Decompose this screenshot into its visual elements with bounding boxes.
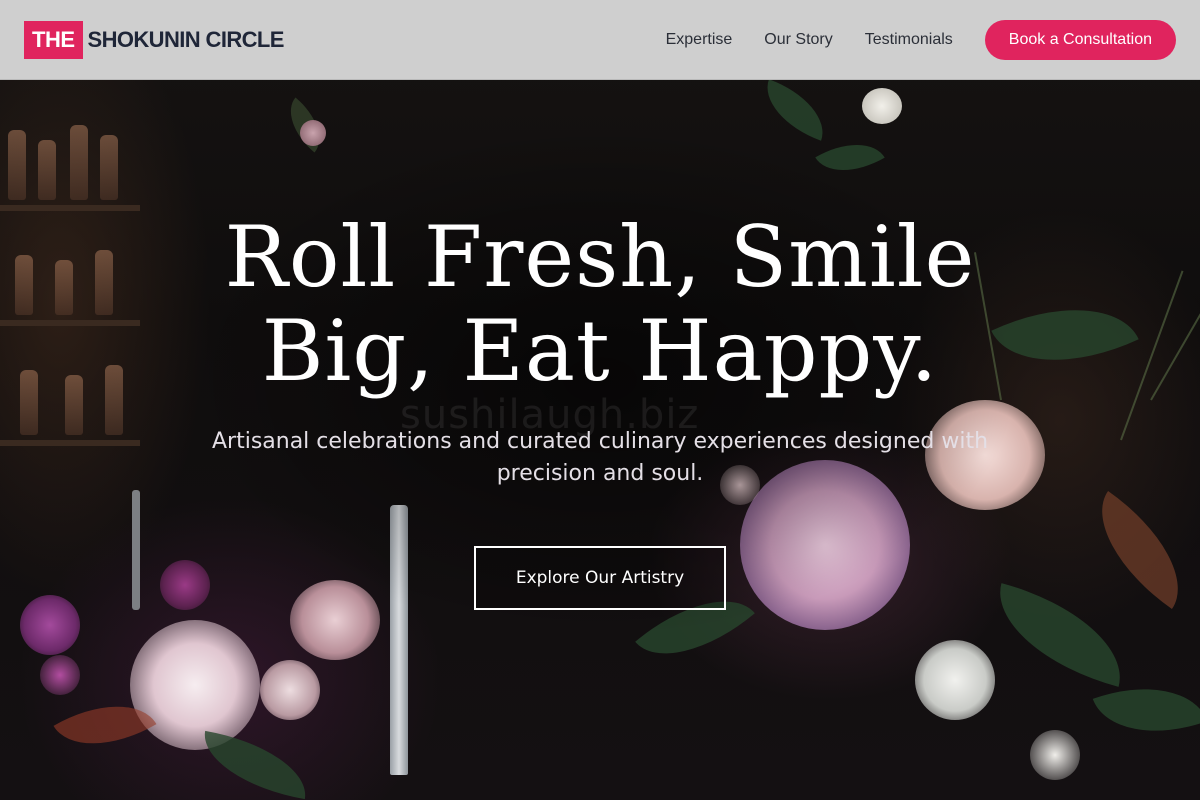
hero-headline: Roll Fresh, Smile Big, Eat Happy.: [224, 208, 976, 400]
logo-wordmark: SHOKUNIN CIRCLE: [87, 26, 285, 52]
nav-links: Expertise Our Story Testimonials Book a …: [666, 19, 1176, 60]
nav-link-testimonials[interactable]: Testimonials: [865, 31, 953, 49]
top-navigation-bar: THE SHOKUNIN CIRCLE Expertise Our Story …: [0, 0, 1200, 80]
nav-link-our-story[interactable]: Our Story: [764, 31, 832, 49]
explore-artistry-button[interactable]: Explore Our Artistry: [474, 546, 726, 610]
logo-badge: THE: [24, 20, 83, 59]
nav-link-expertise[interactable]: Expertise: [666, 31, 733, 49]
hero-subheadline: Artisanal celebrations and curated culin…: [211, 429, 989, 486]
brand-logo[interactable]: THE SHOKUNIN CIRCLE: [24, 20, 285, 59]
book-consultation-button[interactable]: Book a Consultation: [984, 19, 1176, 60]
hero-section: Roll Fresh, Smile Big, Eat Happy. Artisa…: [0, 0, 1200, 800]
